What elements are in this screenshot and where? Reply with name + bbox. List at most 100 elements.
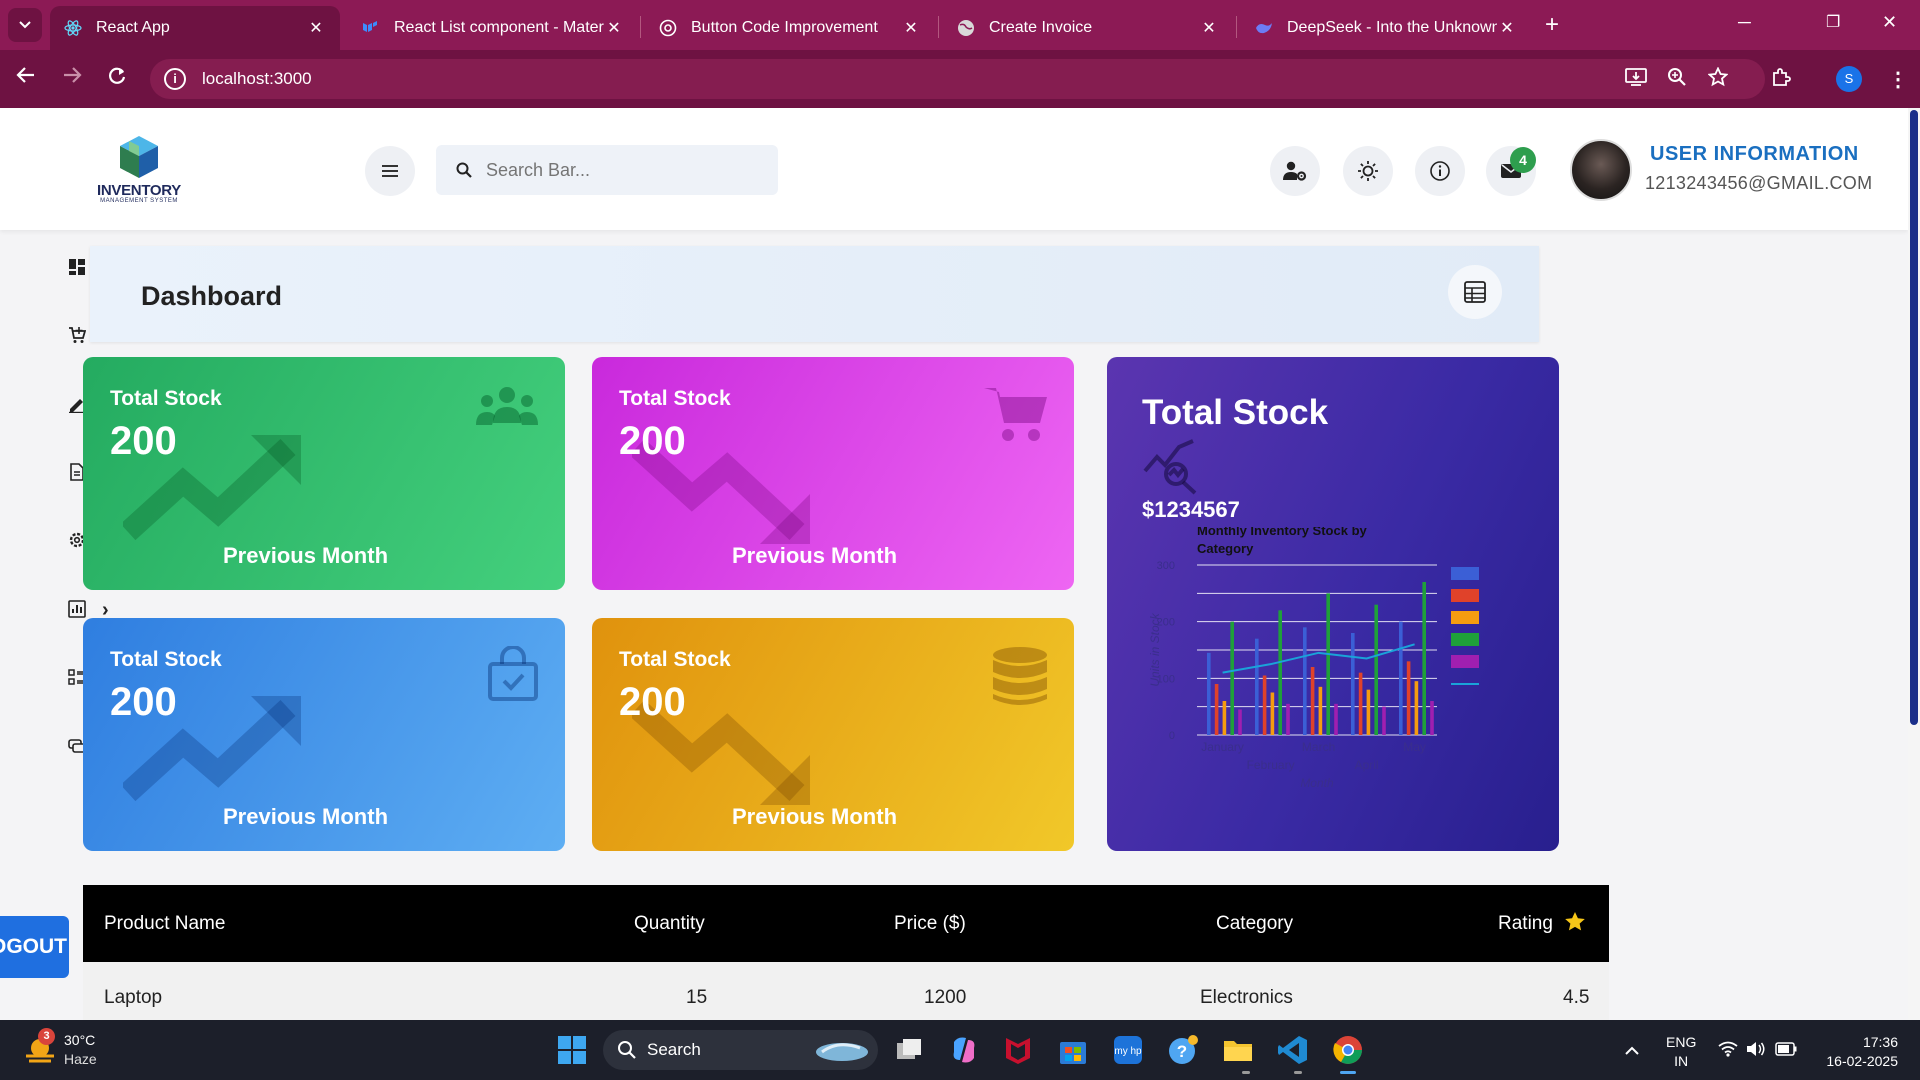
- column-header-rating[interactable]: Rating: [1498, 913, 1553, 935]
- extensions-puzzle-icon[interactable]: [1771, 67, 1791, 93]
- tab-react-app[interactable]: React App ✕: [50, 6, 340, 50]
- show-hidden-icons-chevron-up-icon[interactable]: [1624, 1040, 1640, 1061]
- column-header-category[interactable]: Category: [1216, 913, 1293, 935]
- inventory-bar-chart: Monthly Inventory Stock byCategory010020…: [1148, 527, 1479, 790]
- logo-text: INVENTORY: [97, 182, 181, 199]
- window-close-icon[interactable]: ✕: [1882, 12, 1897, 33]
- url-text: localhost:3000: [202, 69, 312, 88]
- stat-card-2[interactable]: Total Stock 200 Previous Month: [592, 357, 1074, 590]
- close-icon[interactable]: ✕: [306, 18, 326, 38]
- weather-alert-badge: 3: [38, 1028, 55, 1045]
- restore-icon[interactable]: ❐: [1826, 12, 1840, 32]
- column-header-quantity[interactable]: Quantity: [634, 913, 705, 935]
- weather-temperature[interactable]: 30°C: [64, 1032, 95, 1048]
- bookmark-star-icon[interactable]: [1707, 66, 1729, 93]
- column-header-product[interactable]: Product Name: [104, 913, 225, 935]
- database-icon: [993, 647, 1047, 705]
- scrollbar-thumb[interactable]: [1910, 110, 1918, 725]
- search-bar[interactable]: [436, 145, 778, 195]
- chart-bar: [1430, 701, 1434, 735]
- help-icon[interactable]: ?: [1167, 1034, 1199, 1066]
- tab-react-list[interactable]: React List component - Materia ✕: [348, 6, 638, 50]
- address-bar[interactable]: i localhost:3000: [150, 59, 1765, 99]
- chart-bar: [1399, 621, 1403, 735]
- microsoft-store-icon[interactable]: [1057, 1034, 1089, 1066]
- forward-arrow-icon[interactable]: [62, 66, 82, 90]
- install-app-icon[interactable]: [1625, 67, 1647, 93]
- system-clock[interactable]: 17:36 16-02-2025: [1818, 1033, 1898, 1071]
- cart-plus-icon[interactable]: [68, 326, 86, 344]
- chrome-icon[interactable]: [1332, 1034, 1364, 1066]
- x-tick-label: March: [1302, 740, 1335, 754]
- zoom-icon[interactable]: [1667, 67, 1687, 93]
- volume-icon[interactable]: [1746, 1041, 1766, 1057]
- copilot-icon[interactable]: [948, 1034, 980, 1066]
- tab-separator: [1236, 16, 1237, 38]
- tab-deepseek[interactable]: DeepSeek - Into the Unknown ✕: [1241, 6, 1531, 50]
- x-tick-label: April: [1355, 758, 1379, 772]
- more-menu-icon[interactable]: ⋮: [1888, 67, 1908, 92]
- mcafee-icon[interactable]: [1002, 1034, 1034, 1066]
- tab-separator: [938, 16, 939, 38]
- dashboard-icon[interactable]: [68, 258, 86, 276]
- language-indicator[interactable]: ENG IN: [1666, 1033, 1696, 1071]
- site-info-icon[interactable]: i: [164, 68, 186, 90]
- search-icon: [456, 162, 472, 178]
- tab-search-button[interactable]: [8, 8, 42, 42]
- task-view-icon[interactable]: [893, 1034, 925, 1066]
- file-explorer-icon[interactable]: [1222, 1034, 1254, 1066]
- weather-description[interactable]: Haze: [64, 1051, 97, 1067]
- close-icon[interactable]: ✕: [604, 18, 624, 38]
- search-input[interactable]: [486, 159, 746, 181]
- cell-price: 1200: [924, 987, 967, 1008]
- info-button[interactable]: [1415, 146, 1465, 196]
- dashboard-title-bar: [90, 246, 1539, 342]
- close-icon[interactable]: ✕: [1497, 18, 1517, 38]
- card-label: Total Stock: [619, 648, 731, 671]
- minimize-icon[interactable]: ─: [1738, 12, 1751, 33]
- svg-text:?: ?: [1177, 1042, 1187, 1061]
- stat-card-1[interactable]: Total Stock 200 Previous Month: [83, 357, 565, 590]
- column-header-price[interactable]: Price ($): [894, 913, 966, 935]
- reload-icon[interactable]: [107, 66, 127, 92]
- windows-start-icon[interactable]: [556, 1034, 588, 1066]
- myhp-icon[interactable]: my hp: [1112, 1034, 1144, 1066]
- wifi-icon[interactable]: [1718, 1041, 1738, 1057]
- x-tick-label: May: [1403, 740, 1426, 754]
- profile-avatar-icon[interactable]: S: [1836, 66, 1862, 92]
- menu-toggle-button[interactable]: [365, 146, 415, 196]
- chart-bar: [1310, 667, 1315, 735]
- avatar[interactable]: [1570, 139, 1632, 201]
- user-gear-icon: [1283, 161, 1307, 181]
- stat-card-4[interactable]: Total Stock 200 Previous Month: [592, 618, 1074, 851]
- tab-button-code[interactable]: Button Code Improvement ✕: [645, 6, 935, 50]
- logout-button[interactable]: LOGOUT: [0, 916, 69, 978]
- star-icon: [1565, 912, 1585, 931]
- table-view-button[interactable]: [1448, 265, 1502, 319]
- language-code: ENG: [1666, 1034, 1697, 1050]
- chart-bar: [1303, 627, 1307, 735]
- vscode-icon[interactable]: [1277, 1034, 1309, 1066]
- legend-swatch: [1451, 567, 1479, 580]
- running-indicator: [1242, 1071, 1250, 1074]
- back-arrow-icon[interactable]: [16, 66, 36, 90]
- chart-search-icon: [1143, 439, 1197, 495]
- mui-icon: [362, 19, 380, 37]
- battery-icon[interactable]: [1775, 1042, 1797, 1056]
- chart-title: Monthly Inventory Stock by: [1197, 527, 1368, 538]
- taskbar-search[interactable]: Search: [603, 1030, 878, 1070]
- chart-bar: [1366, 689, 1371, 735]
- close-icon[interactable]: ✕: [1199, 18, 1219, 38]
- table-row[interactable]: Laptop 15 1200 Electronics 4.5: [83, 962, 1609, 1020]
- report-icon[interactable]: [68, 600, 86, 618]
- stat-card-3[interactable]: Total Stock 200 Previous Month: [83, 618, 565, 851]
- chart-bar: [1382, 706, 1386, 735]
- summary-title: Total Stock: [1142, 393, 1329, 432]
- tab-create-invoice[interactable]: Create Invoice ✕: [943, 6, 1233, 50]
- hamburger-icon: [382, 165, 398, 177]
- theme-toggle-button[interactable]: [1343, 146, 1393, 196]
- card-value: 200: [110, 680, 177, 724]
- user-settings-button[interactable]: [1270, 146, 1320, 196]
- close-icon[interactable]: ✕: [901, 18, 921, 38]
- new-tab-plus-icon[interactable]: +: [1545, 13, 1559, 37]
